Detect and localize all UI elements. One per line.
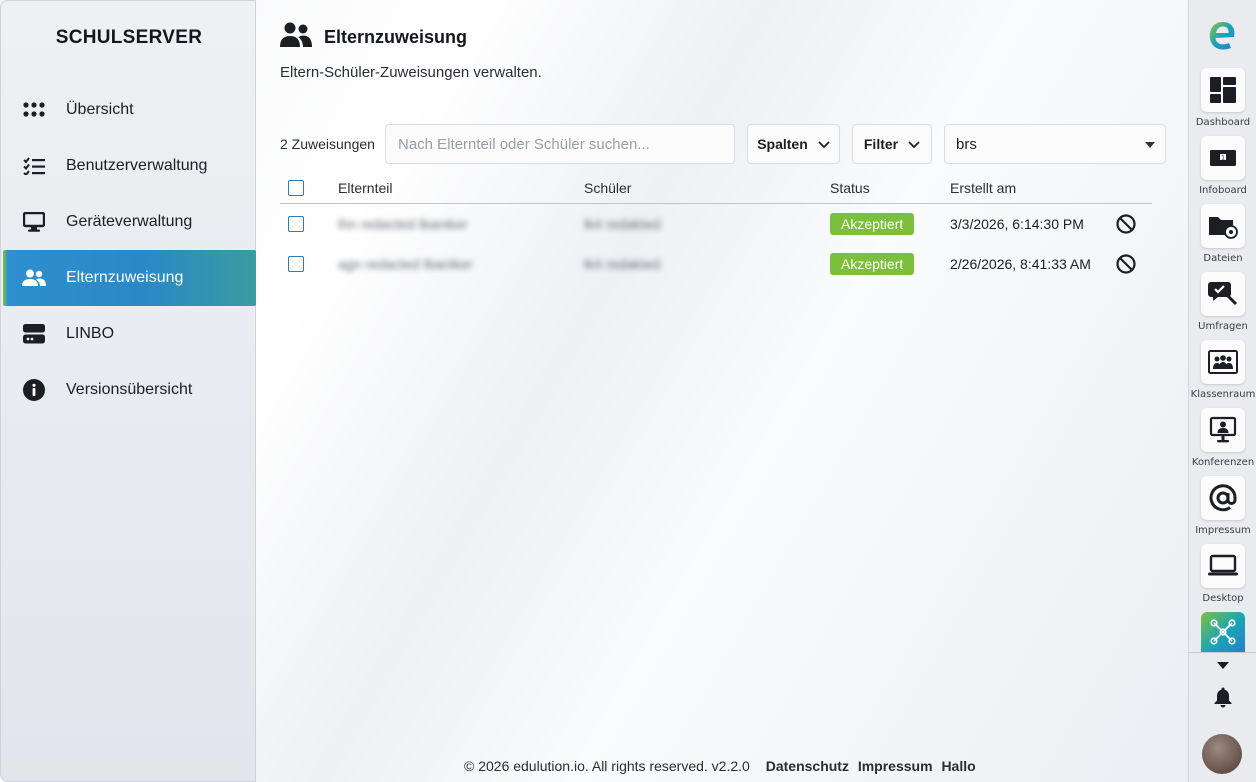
server-icon bbox=[22, 322, 46, 346]
school-select-value: brs bbox=[956, 135, 977, 153]
created-date: 2/26/2026, 8:41:33 AM bbox=[950, 256, 1091, 272]
footer-copyright: © 2026 edulution.io. All rights reserved… bbox=[464, 758, 750, 774]
notifications-button[interactable] bbox=[1189, 686, 1256, 713]
hello-link[interactable]: Hallo bbox=[941, 758, 975, 774]
bell-icon bbox=[1214, 687, 1232, 708]
infoboard-icon: 1 bbox=[1201, 136, 1245, 180]
rail-label: Infoboard bbox=[1199, 185, 1247, 196]
brand-title: SCHULSERVER bbox=[55, 27, 203, 48]
table-row: lhn redacted lbaniker lk4 redakted Akzep… bbox=[280, 204, 1152, 244]
status-badge: Akzeptiert bbox=[830, 253, 915, 275]
sidebar-item-label: Geräteverwaltung bbox=[66, 213, 193, 230]
network-nodes-icon bbox=[1201, 612, 1245, 652]
avatar[interactable] bbox=[1202, 734, 1242, 774]
assignment-count: 2 Zuweisungen bbox=[280, 136, 375, 152]
info-icon bbox=[22, 378, 46, 402]
rail-label: Konferenzen bbox=[1191, 457, 1255, 468]
sidebar-item-user-management[interactable]: Benutzerverwaltung bbox=[3, 138, 256, 194]
row-checkbox[interactable] bbox=[288, 256, 304, 272]
monitor-icon bbox=[22, 210, 46, 234]
rail-item-surveys[interactable]: Umfragen bbox=[1189, 272, 1256, 332]
dashboard-icon bbox=[1201, 68, 1245, 112]
at-sign-icon bbox=[1201, 476, 1245, 520]
sidebar-item-device-management[interactable]: Geräteverwaltung bbox=[3, 194, 256, 250]
rail-label: Dateien bbox=[1203, 253, 1243, 264]
columns-label: Spalten bbox=[757, 136, 808, 152]
svg-text:1: 1 bbox=[1221, 154, 1225, 161]
rail-divider bbox=[1189, 652, 1256, 653]
table-header: Elternteil Schüler Status Erstellt am bbox=[280, 172, 1152, 204]
rail-item-infoboard[interactable]: 1 Infoboard bbox=[1189, 136, 1256, 196]
sidebar-item-linbo[interactable]: LINBO bbox=[3, 306, 256, 362]
column-header-parent[interactable]: Elternteil bbox=[338, 180, 392, 196]
sidebar-item-label: Elternzuweisung bbox=[66, 269, 184, 286]
column-header-student[interactable]: Schüler bbox=[584, 180, 631, 196]
revoke-icon[interactable] bbox=[1116, 254, 1136, 277]
rail-item-classroom[interactable]: Klassenraum bbox=[1189, 340, 1256, 400]
rail-label: Impressum bbox=[1195, 525, 1251, 536]
caret-down-icon bbox=[1217, 662, 1229, 669]
sidebar-item-parent-assignment[interactable]: Elternzuweisung bbox=[3, 250, 256, 306]
app-rail: Dashboard 1 Infoboard Dateien Umfragen K… bbox=[1188, 0, 1256, 782]
sidebar: SCHULSERVER Übersicht Benutzerverwaltung… bbox=[0, 0, 256, 782]
sidebar-item-overview[interactable]: Übersicht bbox=[3, 82, 256, 138]
rail-item-conferences[interactable]: Konferenzen bbox=[1189, 408, 1256, 468]
page-title: Elternzuweisung bbox=[324, 27, 468, 47]
sidebar-item-label: Benutzerverwaltung bbox=[66, 157, 208, 174]
laptop-icon bbox=[1201, 544, 1245, 588]
sidebar-item-version-overview[interactable]: Versionsübersicht bbox=[3, 362, 256, 418]
table-row: agn redacted lbaniker lk4 redakted Akzep… bbox=[280, 244, 1152, 284]
grid-dots-icon bbox=[22, 98, 46, 122]
sidebar-item-label: LINBO bbox=[66, 325, 115, 342]
created-date: 3/3/2026, 6:14:30 PM bbox=[950, 216, 1084, 232]
rail-item-files[interactable]: Dateien bbox=[1189, 204, 1256, 264]
chevron-down-icon bbox=[908, 136, 920, 152]
privacy-link[interactable]: Datenschutz bbox=[766, 758, 849, 774]
survey-icon bbox=[1201, 272, 1245, 316]
rail-item-imprint[interactable]: Impressum bbox=[1189, 476, 1256, 536]
rail-item-dashboard[interactable]: Dashboard bbox=[1189, 68, 1256, 128]
rail-label: Umfragen bbox=[1198, 321, 1248, 332]
page-header: Elternzuweisung bbox=[280, 22, 467, 53]
rail-scroll-down[interactable] bbox=[1189, 657, 1256, 675]
caret-down-icon bbox=[1145, 142, 1155, 148]
revoke-icon[interactable] bbox=[1116, 214, 1136, 237]
column-header-status[interactable]: Status bbox=[830, 180, 870, 196]
assignments-table: Elternteil Schüler Status Erstellt am lh… bbox=[280, 172, 1152, 284]
row-checkbox[interactable] bbox=[288, 216, 304, 232]
parent-name: lhn redacted lbaniker bbox=[338, 216, 468, 232]
imprint-link[interactable]: Impressum bbox=[858, 758, 933, 774]
rail-item-network-app[interactable] bbox=[1189, 612, 1256, 652]
edulution-logo-icon bbox=[1209, 22, 1235, 50]
sidebar-item-label: Versionsübersicht bbox=[66, 381, 193, 398]
rail-label: Dashboard bbox=[1195, 117, 1251, 128]
edulution-logo[interactable] bbox=[1189, 18, 1256, 59]
classroom-icon bbox=[1201, 340, 1245, 384]
rail-item-desktop[interactable]: Desktop bbox=[1189, 544, 1256, 604]
student-name: lk4 redakted bbox=[584, 256, 661, 272]
rail-label: Klassenraum bbox=[1190, 389, 1256, 400]
chevron-down-icon bbox=[818, 136, 830, 152]
folder-share-icon bbox=[1201, 204, 1245, 248]
parent-name: agn redacted lbaniker bbox=[338, 256, 473, 272]
school-select[interactable]: brs bbox=[944, 124, 1166, 164]
footer: © 2026 edulution.io. All rights reserved… bbox=[464, 758, 976, 774]
columns-button[interactable]: Spalten bbox=[747, 124, 840, 164]
status-badge: Akzeptiert bbox=[830, 213, 915, 235]
users-icon bbox=[280, 22, 312, 53]
rail-label: Desktop bbox=[1202, 593, 1244, 604]
conference-icon bbox=[1201, 408, 1245, 452]
sidebar-item-label: Übersicht bbox=[66, 101, 134, 118]
select-all-checkbox[interactable] bbox=[288, 180, 304, 196]
student-name: lk4 redakted bbox=[584, 216, 661, 232]
filter-label: Filter bbox=[863, 136, 899, 152]
filter-button[interactable]: Filter bbox=[852, 124, 932, 164]
page-subtitle: Eltern-Schüler-Zuweisungen verwalten. bbox=[280, 64, 542, 81]
checklist-icon bbox=[22, 154, 46, 178]
users-icon bbox=[22, 266, 46, 290]
column-header-created[interactable]: Erstellt am bbox=[950, 180, 1016, 196]
search-input[interactable] bbox=[385, 124, 735, 164]
